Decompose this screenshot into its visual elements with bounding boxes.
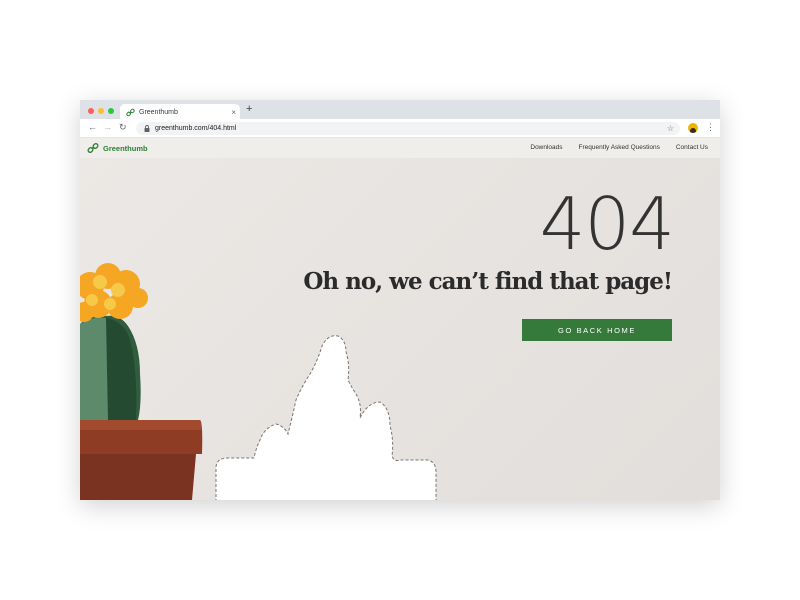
brand-name: Greenthumb	[103, 143, 148, 153]
maximize-window-button[interactable]	[108, 108, 114, 114]
back-arrow-icon[interactable]: ←	[88, 122, 97, 132]
tab-greenthumb[interactable]: Greenthumb ×	[120, 104, 240, 120]
close-window-button[interactable]	[88, 108, 94, 114]
nav-link-contact[interactable]: Contact Us	[676, 144, 708, 151]
missing-plant-placeholder	[215, 335, 437, 500]
tab-bar: Greenthumb × +	[80, 100, 720, 120]
lock-icon	[144, 125, 150, 132]
nav-link-faq[interactable]: Frequently Asked Questions	[579, 144, 660, 151]
browser-window: Greenthumb × + ← → ↻ greenthumb.com/404.…	[80, 100, 720, 500]
error-headline: Oh no, we can’t find that page!	[303, 268, 673, 295]
new-tab-button[interactable]: +	[246, 103, 252, 115]
profile-avatar[interactable]	[688, 123, 698, 133]
link-chain-icon	[87, 142, 99, 154]
cactus-pot-illustration	[80, 263, 203, 500]
tab-title: Greenthumb	[139, 108, 178, 116]
reload-icon[interactable]: ↻	[119, 122, 127, 133]
browser-toolbar: ← → ↻ greenthumb.com/404.html ☆ ⋮	[80, 119, 720, 138]
site-header: Greenthumb Downloads Frequently Asked Qu…	[80, 138, 720, 158]
nav-link-downloads[interactable]: Downloads	[530, 144, 562, 151]
url-text: greenthumb.com/404.html	[155, 125, 237, 132]
brand-logo-link[interactable]: Greenthumb	[87, 142, 148, 154]
window-controls	[88, 108, 114, 114]
browser-menu-icon[interactable]: ⋮	[706, 122, 715, 133]
bookmark-star-icon[interactable]: ☆	[667, 124, 674, 133]
go-back-home-button[interactable]: GO BACK HOME	[522, 319, 672, 341]
main-nav: Downloads Frequently Asked Questions Con…	[530, 144, 708, 151]
error-hero: 404 Oh no, we can’t find that page! GO B…	[80, 158, 720, 500]
address-bar[interactable]: greenthumb.com/404.html ☆	[136, 122, 680, 135]
error-code: 404	[539, 182, 675, 266]
link-chain-icon	[126, 108, 135, 116]
close-tab-icon[interactable]: ×	[231, 108, 236, 117]
minimize-window-button[interactable]	[98, 108, 104, 114]
forward-arrow-icon[interactable]: →	[103, 122, 112, 132]
